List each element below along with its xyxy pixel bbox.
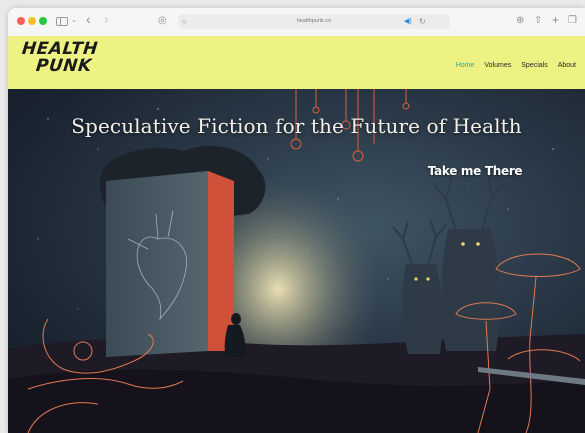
tabs-icon[interactable]: ❐ bbox=[568, 14, 577, 28]
logo-line-2: PUNK bbox=[35, 56, 93, 76]
site-header: HEALTH PUNK Home Volumes Specials About bbox=[8, 36, 585, 89]
back-icon[interactable]: ‹ bbox=[86, 12, 91, 26]
chevron-down-icon[interactable]: ⌄ bbox=[71, 14, 77, 28]
address-bar[interactable]: ○ healthpunk.co ◀) ↻ bbox=[178, 14, 450, 29]
figure-head bbox=[231, 313, 241, 325]
main-nav: Home Volumes Specials About bbox=[456, 62, 576, 69]
sidebar-icon[interactable] bbox=[56, 17, 68, 26]
share-icon[interactable]: ⇧ bbox=[534, 14, 542, 28]
shield-icon[interactable]: ◎ bbox=[158, 14, 167, 28]
site-logo[interactable]: HEALTH PUNK bbox=[21, 39, 99, 76]
tree-creatures bbox=[402, 229, 500, 354]
take-me-there-link[interactable]: Take me There bbox=[420, 164, 530, 178]
nav-specials[interactable]: Specials bbox=[521, 62, 547, 69]
forward-icon[interactable]: › bbox=[104, 12, 109, 26]
monolith bbox=[106, 171, 208, 357]
zoom-window-button[interactable] bbox=[39, 17, 47, 25]
nav-home[interactable]: Home bbox=[456, 62, 475, 69]
close-window-button[interactable] bbox=[17, 17, 25, 25]
browser-toolbar: ⌄ ‹ › ◎ ○ healthpunk.co ◀) ↻ ⊕ ⇧ + ❐ bbox=[8, 8, 585, 37]
hero-section: Speculative Fiction for the Future of He… bbox=[8, 89, 585, 433]
nav-about[interactable]: About bbox=[558, 62, 576, 69]
minimize-window-button[interactable] bbox=[28, 17, 36, 25]
browser-window: ⌄ ‹ › ◎ ○ healthpunk.co ◀) ↻ ⊕ ⇧ + ❐ HEA… bbox=[8, 8, 585, 433]
nav-volumes[interactable]: Volumes bbox=[484, 62, 511, 69]
hero-illustration bbox=[8, 89, 585, 433]
hero-title: Speculative Fiction for the Future of He… bbox=[71, 114, 522, 138]
new-tab-icon[interactable]: + bbox=[552, 13, 559, 27]
download-icon[interactable]: ⊕ bbox=[516, 14, 524, 28]
glowing-door bbox=[208, 171, 234, 351]
audio-icon[interactable]: ◀) bbox=[404, 15, 412, 29]
reload-icon[interactable]: ↻ bbox=[419, 15, 426, 29]
